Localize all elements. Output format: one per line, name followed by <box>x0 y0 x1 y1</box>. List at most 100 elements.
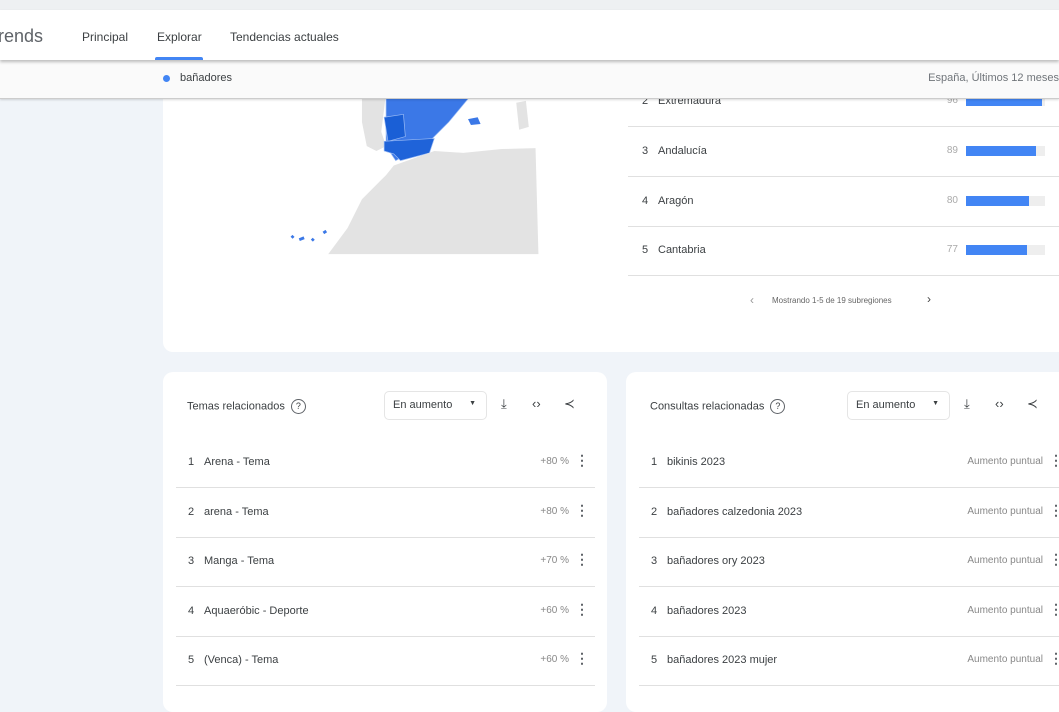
value-bar-fill <box>966 245 1027 255</box>
region-value: 89 <box>946 145 958 156</box>
rank: 4 <box>651 604 658 617</box>
item-name[interactable]: bañadores 2023 mujer <box>667 654 777 666</box>
more-vert-icon[interactable]: ⋮ <box>1049 452 1059 469</box>
item-value: +80 % <box>540 505 569 517</box>
help-icon[interactable]: ? <box>770 399 786 414</box>
chevron-right-icon[interactable]: › <box>927 292 931 306</box>
list-item[interactable]: 4 Aquaeróbic - Deporte +60 % ⋮ <box>176 587 595 637</box>
more-vert-icon[interactable]: ⋮ <box>575 452 589 469</box>
list-item[interactable]: 5 (Venca) - Tema +60 % ⋮ <box>176 636 595 687</box>
browser-strip <box>0 0 1059 10</box>
filter-dropdown[interactable]: En aumento ▼ <box>847 391 950 420</box>
more-vert-icon[interactable]: ⋮ <box>1049 551 1059 568</box>
item-value: +80 % <box>540 456 569 467</box>
card-title: Consultas relacionadas? <box>650 399 786 414</box>
item-name[interactable]: arena - Tema <box>204 506 269 518</box>
item-value: +60 % <box>540 654 569 666</box>
item-name[interactable]: (Venca) - Tema <box>204 654 278 666</box>
logo[interactable]: rends <box>0 26 43 47</box>
item-value: Aumento puntual <box>967 456 1043 467</box>
item-name[interactable]: Arena - Tema <box>204 456 270 468</box>
card-title: Temas relacionados? <box>187 399 306 414</box>
item-name[interactable]: bañadores ory 2023 <box>667 555 765 567</box>
rank: 1 <box>188 456 195 468</box>
caret-down-icon: ▼ <box>932 400 939 407</box>
value-bar <box>966 196 1045 206</box>
more-vert-icon[interactable]: ⋮ <box>575 502 589 519</box>
embed-icon[interactable]: ‹› <box>995 396 1004 411</box>
tab-principal[interactable]: Principal <box>82 30 128 44</box>
card-title-text: Temas relacionados <box>187 400 285 413</box>
region-name: Aragón <box>658 195 694 207</box>
region-value: 77 <box>946 244 958 255</box>
term-color-dot <box>163 75 170 82</box>
item-value: Aumento puntual <box>967 505 1043 517</box>
more-vert-icon[interactable]: ⋮ <box>575 650 589 667</box>
value-bar-fill <box>966 196 1030 206</box>
item-name[interactable]: bañadores 2023 <box>667 605 747 617</box>
item-value: Aumento puntual <box>967 604 1043 616</box>
card-title-text: Consultas relacionadas <box>650 400 765 413</box>
list-item[interactable]: 3 Manga - Tema +70 % ⋮ <box>176 537 595 588</box>
region-name: Cantabria <box>658 244 706 256</box>
region-value: 80 <box>946 195 958 206</box>
download-icon[interactable]: ⤓ <box>501 396 507 412</box>
item-value: +70 % <box>540 555 569 567</box>
list-item[interactable]: 1 bikinis 2023 Aumento puntual ⋮ <box>639 438 1059 488</box>
value-bar-fill <box>966 146 1037 156</box>
list-item[interactable]: 3 bañadores ory 2023 Aumento puntual ⋮ <box>639 537 1059 588</box>
active-tab-indicator <box>155 57 203 60</box>
rank: 2 <box>651 505 658 518</box>
item-value: Aumento puntual <box>967 555 1043 567</box>
region-name: Andalucía <box>658 145 707 157</box>
more-vert-icon[interactable]: ⋮ <box>575 551 589 568</box>
list-item[interactable]: 1 Arena - Tema +80 % ⋮ <box>176 438 595 488</box>
caret-down-icon: ▼ <box>469 400 476 407</box>
item-name[interactable]: bikinis 2023 <box>667 456 725 468</box>
tab-explorar[interactable]: Explorar <box>157 30 202 44</box>
rank: 3 <box>651 555 658 568</box>
filter-value: En aumento <box>393 399 453 411</box>
list-item[interactable]: 3 Andalucía 89 <box>628 127 1059 177</box>
item-name[interactable]: bañadores calzedonia 2023 <box>667 506 802 518</box>
search-term[interactable]: bañadores <box>180 72 232 84</box>
list-item[interactable]: 2 arena - Tema +80 % ⋮ <box>176 488 595 538</box>
comparison-bar: bañadores España, Últimos 12 meses <box>0 60 1059 99</box>
item-name[interactable]: Manga - Tema <box>204 555 274 567</box>
item-value: Aumento puntual <box>967 654 1043 666</box>
help-icon[interactable]: ? <box>290 399 306 414</box>
share-icon[interactable]: ≺ <box>1027 396 1038 412</box>
value-bar <box>966 146 1045 156</box>
filter-value: En aumento <box>856 399 916 411</box>
rank: 1 <box>651 456 658 468</box>
item-value: +60 % <box>540 604 569 616</box>
rank: 4 <box>188 604 195 617</box>
more-vert-icon[interactable]: ⋮ <box>1049 502 1059 519</box>
header: rends Principal Explorar Tendencias actu… <box>0 10 1059 60</box>
rank: 3 <box>188 555 195 568</box>
rank: 4 <box>642 195 649 207</box>
share-icon[interactable]: ≺ <box>564 396 575 412</box>
more-vert-icon[interactable]: ⋮ <box>1049 650 1059 667</box>
list-item[interactable]: 4 Aragón 80 <box>628 177 1059 227</box>
rank: 2 <box>188 505 195 518</box>
item-name[interactable]: Aquaeróbic - Deporte <box>204 605 309 617</box>
more-vert-icon[interactable]: ⋮ <box>575 601 589 618</box>
download-icon[interactable]: ⤓ <box>964 396 970 412</box>
rank: 5 <box>651 654 658 667</box>
scope-label: España, Últimos 12 meses <box>928 72 1059 84</box>
chevron-left-icon[interactable]: ‹ <box>750 293 754 307</box>
region-map[interactable] <box>280 90 550 265</box>
tab-tendencias-actuales[interactable]: Tendencias actuales <box>230 30 339 44</box>
embed-icon[interactable]: ‹› <box>532 396 541 411</box>
value-bar <box>966 245 1045 255</box>
more-vert-icon[interactable]: ⋮ <box>1049 601 1059 618</box>
list-item[interactable]: 4 bañadores 2023 Aumento puntual ⋮ <box>639 587 1059 637</box>
rank: 5 <box>188 654 195 667</box>
rank: 3 <box>642 145 649 157</box>
filter-dropdown[interactable]: En aumento ▼ <box>384 391 487 420</box>
list-item[interactable]: 5 bañadores 2023 mujer Aumento puntual ⋮ <box>639 636 1059 687</box>
list-item[interactable]: 2 bañadores calzedonia 2023 Aumento puntua… <box>639 488 1059 538</box>
pager-label: Mostrando 1-5 de 19 subregiones <box>772 296 892 305</box>
list-item[interactable]: 5 Cantabria 77 <box>628 226 1059 276</box>
